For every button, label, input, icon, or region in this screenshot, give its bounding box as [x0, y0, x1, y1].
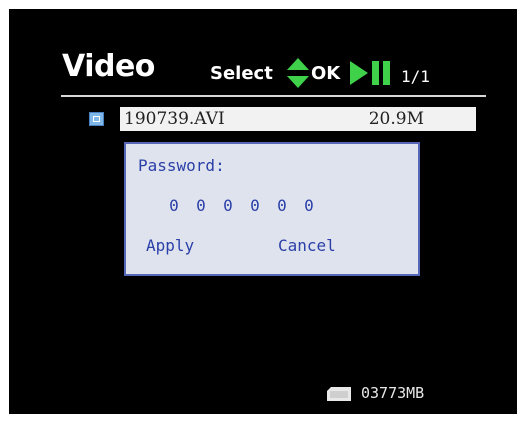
password-digit[interactable]: 0	[193, 196, 209, 215]
apply-button[interactable]: Apply	[146, 236, 194, 255]
password-digit[interactable]: 0	[247, 196, 263, 215]
password-input[interactable]: 0 0 0 0 0 0	[166, 196, 317, 215]
password-label: Password:	[138, 156, 225, 175]
ok-hint-label: OK	[311, 63, 341, 84]
sd-card-icon	[327, 387, 351, 401]
page-count: 1/1	[401, 67, 430, 86]
password-digit[interactable]: 0	[301, 196, 317, 215]
play-pause-icon	[350, 61, 390, 85]
storage-remaining: 03773MB	[361, 384, 425, 402]
video-file-icon	[89, 112, 104, 126]
password-digit[interactable]: 0	[220, 196, 236, 215]
cancel-button[interactable]: Cancel	[278, 236, 336, 255]
file-size: 20.9M	[368, 109, 424, 129]
password-digit[interactable]: 0	[166, 196, 182, 215]
header-divider	[61, 95, 486, 97]
password-digit[interactable]: 0	[274, 196, 290, 215]
page-title: Video	[62, 49, 155, 84]
password-dialog: Password: 0 0 0 0 0 0 Apply Cancel	[124, 142, 420, 276]
select-hint-label: Select	[210, 63, 273, 84]
updown-arrows-icon	[287, 58, 309, 88]
file-name: 190739.AVI	[124, 109, 225, 129]
camera-screen: Video Select OK 1/1 190739.AVI 20.9M Pas…	[9, 9, 517, 414]
file-list-item[interactable]: 190739.AVI 20.9M	[120, 107, 476, 131]
